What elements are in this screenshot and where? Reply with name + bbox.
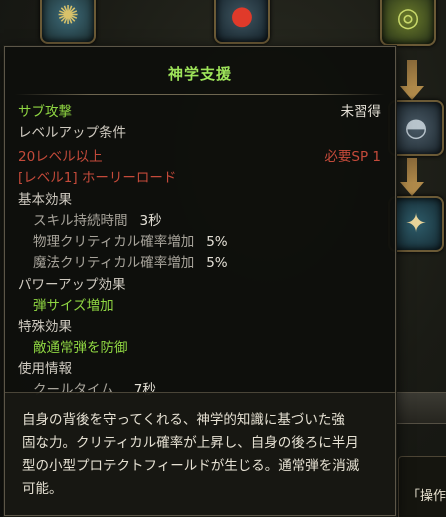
tree-connector [407, 60, 417, 88]
basic-effect-header: 基本効果 [18, 192, 72, 208]
skill-slot-icon[interactable]: ✦ [388, 196, 444, 252]
spark-icon: ✦ [405, 209, 427, 239]
effect-row: スキル持続時間 3秒 [18, 212, 381, 230]
category-row: サブ攻撃 未習得 [18, 103, 381, 121]
flame-orb-icon: ● [230, 1, 254, 31]
learn-status: 未習得 [340, 104, 382, 120]
rune-icon: ✺ [57, 1, 79, 31]
skill-description: 自身の背後を守ってくれる、神学的知識に基づいた強 固な力。クリティカル確率が上昇… [22, 412, 360, 497]
effect-value: 5% [206, 234, 228, 250]
special-effect-header: 特殊効果 [18, 319, 72, 335]
sp-requirement: 必要SP 1 [324, 149, 381, 165]
skill-category: サブ攻撃 [18, 104, 72, 120]
skill-title: 神学支援 [167, 65, 232, 83]
skill-slot-icon[interactable]: ◎ [380, 0, 436, 46]
skill-slot-icon[interactable]: ◓ [388, 100, 444, 156]
effect-row: 物理クリティカル確率増加 5% [18, 233, 381, 251]
powerup-header: パワーアップ効果 [18, 277, 126, 293]
skill-description-box: 自身の背後を守ってくれる、神学的知識に基づいた強 固な力。クリティカル確率が上昇… [5, 392, 395, 515]
effect-label: 魔法クリティカル確率増加 [33, 255, 195, 271]
dome-icon: ◓ [404, 113, 428, 143]
special-effect-item: 敵通常弾を防御 [33, 340, 128, 356]
effect-row: 魔法クリティカル確率増加 5% [18, 254, 381, 272]
level-requirement: 20レベル以上 [18, 149, 103, 165]
tree-arrow-icon [400, 86, 424, 100]
effect-value: 5% [206, 255, 228, 271]
effect-value: 3秒 [139, 213, 162, 229]
skill-tree-screen: ✺ ● ◎ ◓ ✦ 「操作 神学支援 サブ攻撃 未習得 レベルアップ条件 20レ… [0, 0, 446, 517]
tree-arrow-icon [400, 182, 424, 196]
shield-wave-icon: ◎ [396, 3, 420, 33]
title-divider [15, 94, 385, 95]
operation-button[interactable]: 「操作 [398, 456, 446, 517]
skill-slot-icon[interactable]: ✺ [40, 0, 96, 44]
effect-label: 物理クリティカル確率増加 [33, 234, 195, 250]
prerequisite-skill: [レベル1] ホーリーロード [18, 170, 177, 186]
powerup-item: 弾サイズ増加 [33, 298, 114, 314]
operation-button-label: 「操作 [407, 489, 446, 504]
effect-label: スキル持続時間 [33, 213, 128, 229]
skill-tooltip: 神学支援 サブ攻撃 未習得 レベルアップ条件 20レベル以上 必要SP 1 [レ… [4, 46, 396, 516]
skill-slot-icon[interactable]: ● [214, 0, 270, 44]
tree-connector [407, 158, 417, 184]
level-requirement-row: 20レベル以上 必要SP 1 [18, 148, 381, 166]
levelup-header: レベルアップ条件 [18, 125, 126, 141]
usage-header: 使用情報 [18, 361, 72, 377]
